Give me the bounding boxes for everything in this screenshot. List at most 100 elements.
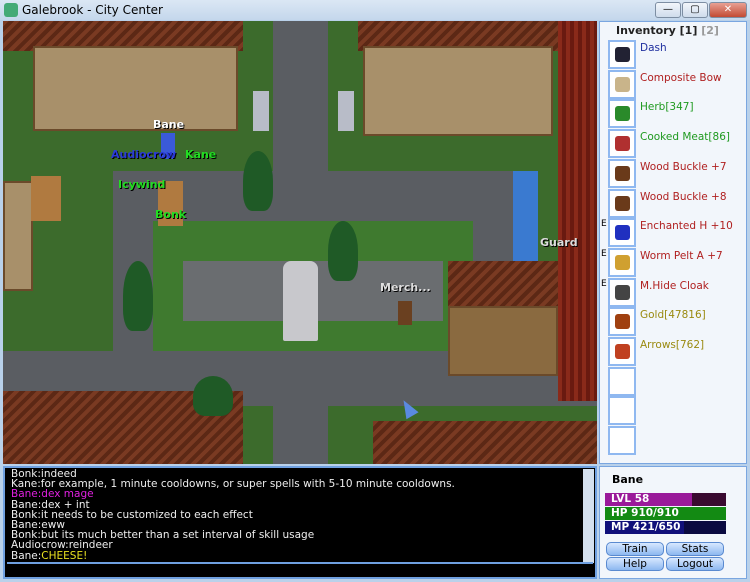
stats-button[interactable]: Stats (666, 542, 724, 556)
roof-bottom-right (373, 421, 597, 464)
inventory-slot[interactable] (608, 247, 636, 277)
train-button[interactable]: Train (606, 542, 664, 556)
inventory-slot[interactable] (608, 158, 636, 188)
chat-line: Bane:dex mage (11, 489, 581, 500)
inventory-item-name: Wood Buckle +8 (640, 190, 727, 203)
inventory-item-name: Enchanted H +10 (640, 220, 733, 233)
tree (193, 376, 233, 416)
player-name-label[interactable]: Bane (153, 118, 184, 131)
inventory-item-name: Composite Bow (640, 71, 722, 84)
chat-line: Bonk:it needs to be customized to each e… (11, 508, 581, 521)
arrows-icon (615, 344, 630, 359)
inventory-title: Inventory (616, 24, 676, 37)
chat-message: CHEESE! (41, 549, 88, 562)
herb-icon (615, 106, 630, 122)
inventory-header: Inventory [1] [2] (616, 24, 719, 37)
mp-label: MP 421/650 (611, 521, 681, 533)
inventory-item-name: Wood Buckle +7 (640, 160, 727, 173)
close-button[interactable]: ✕ (709, 2, 747, 18)
help-button[interactable]: Help (606, 557, 664, 571)
player-name: Bane (612, 473, 644, 486)
player-stats-panel: Bane LVL 58 HP 910/910 MP 421/650 Train … (599, 466, 747, 579)
shield-icon (615, 165, 630, 181)
inventory-slot[interactable] (608, 218, 636, 248)
player-name-label[interactable]: Kane (185, 148, 216, 161)
chat-message: it needs to be customized to each effect (40, 508, 253, 521)
table (31, 176, 61, 221)
title-bar: Galebrook - City Center — ▢ ✕ (0, 0, 750, 20)
inventory-slot[interactable] (608, 129, 636, 159)
game-map[interactable]: Bane Audiocrow Kane Icywind Bonk Merch..… (3, 21, 597, 464)
inventory-item-name: Arrows[762] (640, 339, 705, 351)
level-bar: LVL 58 (605, 493, 726, 506)
inventory-slot[interactable] (608, 69, 636, 99)
inventory-slot[interactable] (608, 337, 636, 366)
meat-icon (615, 136, 630, 152)
guard-npc[interactable] (253, 91, 269, 131)
chat-log: Bonk:indeed Kane:for example, 1 minute co… (11, 469, 581, 561)
level-label: LVL 58 (611, 493, 650, 505)
chat-line: Audiocrow:reindeer (11, 540, 581, 551)
gold-bag-icon (615, 314, 630, 330)
shield-icon (615, 195, 630, 211)
npc-name-label[interactable]: Guard (540, 236, 578, 249)
hp-bar: HP 910/910 (605, 507, 726, 520)
tree (328, 221, 358, 281)
npc-name-label[interactable]: Merch... (380, 281, 431, 294)
chat-line: Bane:CHEESE! (11, 549, 581, 562)
inventory-panel: Inventory [1] [2] Dash Composite Bow Herb[… (599, 21, 747, 464)
book-icon (615, 47, 630, 62)
armor-icon (615, 254, 630, 270)
app-icon (4, 3, 18, 17)
statue[interactable] (283, 261, 318, 341)
wizard-hat-icon (615, 225, 630, 241)
chat-speaker: Bane: (11, 549, 42, 562)
chat-line: Kane:for example, 1 minute cooldowns, or… (11, 478, 581, 491)
bow-icon (615, 76, 630, 92)
inventory-slot[interactable] (608, 188, 636, 218)
guard-npc[interactable] (338, 91, 354, 131)
equipped-marker: E (601, 219, 607, 230)
window-title: Galebrook - City Center (22, 3, 163, 17)
chat-panel: Bonk:indeed Kane:for example, 1 minute co… (3, 466, 597, 579)
house-left (33, 46, 238, 131)
roof-shop (448, 261, 558, 311)
inventory-slot[interactable] (608, 396, 636, 426)
player-name-label[interactable]: Icywind (118, 178, 165, 191)
logout-button[interactable]: Logout (666, 557, 724, 571)
inventory-slot[interactable] (608, 366, 636, 396)
house-right (363, 46, 553, 136)
inventory-slot[interactable] (608, 40, 636, 69)
water-channel (513, 171, 538, 261)
inventory-slot[interactable] (608, 99, 636, 129)
hp-label: HP 910/910 (611, 507, 679, 519)
minimize-button[interactable]: — (655, 2, 681, 18)
inventory-slot[interactable] (608, 307, 636, 337)
inventory-item-name: Gold[47816] (640, 309, 706, 322)
inventory-tab-2[interactable]: [2] (701, 24, 719, 37)
inventory-item-name: M.Hide Cloak (640, 279, 709, 292)
merchant-npc[interactable] (398, 301, 412, 325)
roof-far-right (558, 21, 597, 401)
inventory-slot[interactable] (608, 426, 636, 456)
chat-message: for example, 1 minute cooldowns, or supe… (40, 478, 455, 491)
player-name-label[interactable]: Audiocrow (111, 148, 176, 161)
mp-bar: MP 421/650 (605, 521, 726, 534)
shop-building (448, 306, 558, 376)
inventory-item-name: Dash (640, 42, 667, 54)
chat-scrollbar[interactable] (583, 469, 594, 563)
inventory-item-name: Worm Pelt A +7 (640, 249, 723, 262)
maximize-button[interactable]: ▢ (682, 2, 708, 18)
tree (243, 151, 273, 211)
inventory-item-name: Cooked Meat[86] (640, 131, 730, 144)
inventory-tab-1[interactable]: [1] (680, 24, 698, 37)
inventory-slot[interactable] (608, 277, 636, 307)
tree (123, 261, 153, 331)
house-far-left (3, 181, 33, 291)
chat-input[interactable] (7, 562, 593, 576)
player-name-label[interactable]: Bonk (155, 208, 186, 221)
inventory-item-name: Herb[347] (640, 101, 694, 114)
equipped-marker: E (601, 278, 607, 289)
cloak-icon (615, 284, 630, 300)
equipped-marker: E (601, 248, 607, 259)
